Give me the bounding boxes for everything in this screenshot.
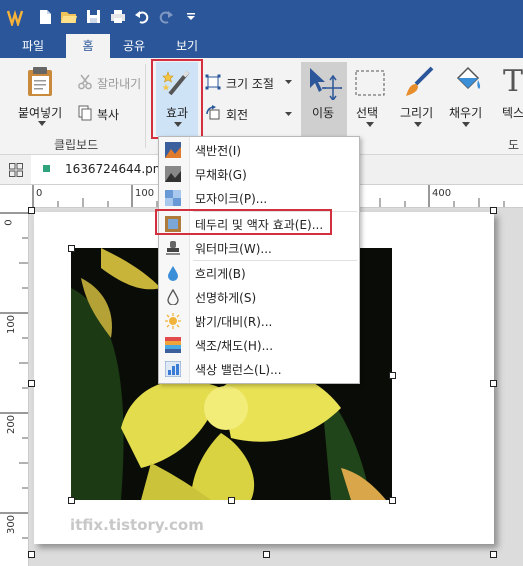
hue-saturation-icon <box>165 337 181 353</box>
menu-item-invert[interactable]: 색반전(I) <box>159 138 359 162</box>
ruler-ticks <box>0 212 28 539</box>
watermark-text: itfix.tistory.com <box>70 516 204 534</box>
resize-button[interactable]: 크기 조절 <box>226 75 274 92</box>
resize-handle[interactable] <box>490 551 497 558</box>
resize-handle[interactable] <box>389 372 396 379</box>
menu-item-label: 워터마크(W)... <box>195 242 272 256</box>
chevron-down-icon <box>38 121 46 126</box>
highlight-box-border-frame <box>155 209 332 235</box>
stamp-icon <box>166 241 180 255</box>
tab-home[interactable]: 홈 <box>66 34 110 58</box>
draw-button[interactable]: 그리기 <box>400 104 433 121</box>
resize-handle[interactable] <box>28 551 35 558</box>
brightness-icon <box>165 313 181 329</box>
redo-icon[interactable] <box>158 9 174 25</box>
scissors-icon <box>78 74 92 90</box>
customize-dropdown-icon[interactable] <box>186 12 196 22</box>
ruler-label: 100 <box>135 188 155 199</box>
resize-handle[interactable] <box>389 497 396 504</box>
ribbon-divider <box>145 64 146 148</box>
print-icon[interactable] <box>110 9 126 24</box>
document-status-icon <box>43 165 50 172</box>
resize-handle[interactable] <box>28 380 35 387</box>
menu-item-blur[interactable]: 흐리게(B) <box>159 261 359 285</box>
fill-bucket-icon <box>456 66 481 90</box>
sharpen-drop-icon <box>167 289 179 305</box>
ruler-label: 400 <box>432 188 452 199</box>
ruler-label: 0 <box>36 188 43 199</box>
color-balance-icon <box>165 361 181 377</box>
rotate-icon <box>206 105 220 120</box>
blur-drop-icon <box>168 266 178 281</box>
resize-handle[interactable] <box>68 497 75 504</box>
resize-handle[interactable] <box>490 207 497 214</box>
fill-button[interactable]: 채우기 <box>449 104 482 121</box>
ruler-label: 300 <box>6 514 18 535</box>
menu-item-label: 밝기/대비(R)... <box>195 315 273 329</box>
text-button[interactable]: 텍스 <box>502 104 523 121</box>
menu-item-hue-saturation[interactable]: 색조/채도(H)... <box>159 333 359 357</box>
chevron-down-icon <box>414 122 422 127</box>
ribbon-tab-bar: 파일 홈 공유 보기 <box>0 34 523 58</box>
right-group-label: 도 <box>508 138 520 152</box>
document-tab-filename: 1636724644.png <box>65 162 169 176</box>
grayscale-icon <box>165 166 181 182</box>
select-button[interactable]: 선택 <box>356 104 378 121</box>
menu-item-label: 색상 밸런스(L)... <box>195 363 282 377</box>
ruler-label: 200 <box>6 414 18 435</box>
menu-item-mosaic[interactable]: 모자이크(P)... <box>159 186 359 210</box>
chevron-down-icon <box>285 80 292 84</box>
brush-icon <box>406 66 434 96</box>
menu-item-sharpen[interactable]: 선명하게(S) <box>159 285 359 309</box>
ruler-label: 0 <box>3 219 15 226</box>
paste-icon <box>28 67 52 96</box>
menu-item-grayscale[interactable]: 무채화(G) <box>159 162 359 186</box>
menu-item-brightness[interactable]: 밝기/대비(R)... <box>159 309 359 333</box>
resize-handle[interactable] <box>263 551 270 558</box>
copy-icon <box>78 105 92 121</box>
mosaic-icon <box>165 190 181 206</box>
text-tool-icon: T <box>503 64 523 99</box>
tab-share[interactable]: 공유 <box>110 34 158 58</box>
chevron-down-icon <box>462 122 470 127</box>
menu-item-label: 선명하게(S) <box>195 291 257 305</box>
resize-icon <box>205 74 221 90</box>
tab-file[interactable]: 파일 <box>0 34 66 58</box>
copy-button[interactable]: 복사 <box>97 106 119 123</box>
menu-item-label: 색반전(I) <box>195 144 242 158</box>
open-folder-icon[interactable] <box>60 10 78 24</box>
resize-handle[interactable] <box>228 497 235 504</box>
menu-item-label: 모자이크(P)... <box>195 192 268 206</box>
invert-color-icon <box>165 142 181 158</box>
menu-item-label: 흐리게(B) <box>195 267 246 281</box>
resize-handle[interactable] <box>68 245 75 252</box>
menu-item-label: 무채화(G) <box>195 168 247 182</box>
vertical-ruler: 0 100 200 300 <box>0 207 29 566</box>
select-icon <box>355 70 385 96</box>
chevron-down-icon <box>285 112 292 116</box>
menu-item-watermark[interactable]: 워터마크(W)... <box>159 236 359 260</box>
menu-item-label: 색조/채도(H)... <box>195 339 274 353</box>
resize-handle[interactable] <box>490 380 497 387</box>
new-file-icon[interactable] <box>38 9 52 25</box>
move-label: 이동 <box>312 106 335 120</box>
grid-view-icon[interactable] <box>9 163 23 177</box>
highlight-box-effects <box>151 59 203 139</box>
rotate-button[interactable]: 회전 <box>226 106 248 123</box>
effects-dropdown-menu: 색반전(I) 무채화(G) 모자이크(P)... 테두리 및 액자 효과(E).… <box>158 136 360 384</box>
menu-item-color-balance[interactable]: 색상 밸런스(L)... <box>159 357 359 381</box>
cut-button[interactable]: 잘라내기 <box>97 75 141 92</box>
app-logo-icon <box>6 9 24 26</box>
document-tab[interactable]: 1636724644.png <box>31 155 168 184</box>
resize-handle[interactable] <box>28 207 35 214</box>
ruler-label: 100 <box>6 314 18 335</box>
title-bar <box>0 0 523 34</box>
move-tool-icon <box>310 68 342 100</box>
save-icon[interactable] <box>86 9 101 24</box>
chevron-down-icon <box>366 122 374 127</box>
tab-view[interactable]: 보기 <box>158 34 216 58</box>
clipboard-group-label: 클립보드 <box>54 138 99 152</box>
undo-icon[interactable] <box>134 9 150 25</box>
paste-button[interactable]: 붙여넣기 <box>18 104 62 121</box>
